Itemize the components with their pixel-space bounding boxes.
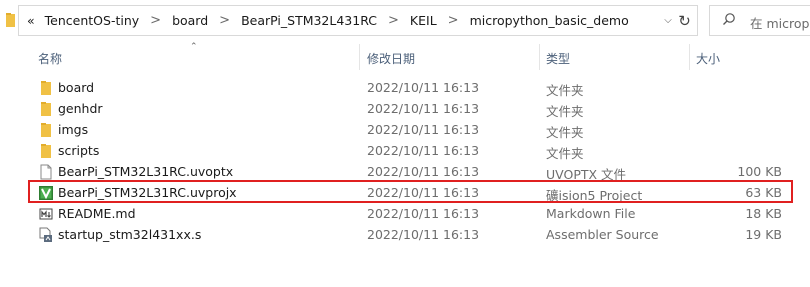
column-name-header[interactable]: 名称 xyxy=(38,50,62,67)
file-name: BearPi_STM32L31RC.uvoptx xyxy=(58,164,234,179)
search-placeholder: 在 micropy xyxy=(750,16,810,31)
file-size: 19 KB xyxy=(745,227,782,242)
column-date-header[interactable]: 修改日期 xyxy=(367,50,415,67)
breadcrumb-item[interactable]: TencentOS-tiny xyxy=(43,13,142,28)
selection-highlight-box xyxy=(28,180,793,203)
chevron-right-icon[interactable]: > xyxy=(150,13,161,28)
column-size-header[interactable]: 大小 xyxy=(696,50,720,67)
file-name: genhdr xyxy=(58,101,103,116)
sort-ascending-icon: ⌃ xyxy=(190,42,198,52)
breadcrumb-item[interactable]: micropython_basic_demo xyxy=(468,13,631,28)
chevron-right-icon[interactable]: > xyxy=(219,13,230,28)
chevron-right-icon[interactable]: > xyxy=(388,13,399,28)
file-type: 文件夹 xyxy=(546,104,584,119)
address-bar-row: « TencentOS-tiny > board > BearPi_STM32L… xyxy=(0,0,810,42)
list-item[interactable]: genhdr 2022/10/11 16:13 文件夹 xyxy=(0,98,810,119)
file-date: 2022/10/11 16:13 xyxy=(367,164,480,179)
breadcrumb-item[interactable]: BearPi_STM32L431RC xyxy=(239,13,379,28)
file-type: Assembler Source xyxy=(546,227,659,242)
search-input[interactable]: 在 micropy xyxy=(709,5,810,36)
breadcrumb-item[interactable]: KEIL xyxy=(408,13,439,28)
column-type-header[interactable]: 类型 xyxy=(546,50,570,67)
file-type: 文件夹 xyxy=(546,125,584,140)
file-date: 2022/10/11 16:13 xyxy=(367,143,480,158)
file-list: board 2022/10/11 16:13 文件夹 genhdr 2022/1… xyxy=(0,77,810,245)
file-name: board xyxy=(58,80,95,95)
refresh-icon: ↻ xyxy=(678,11,691,30)
column-divider[interactable] xyxy=(359,44,360,70)
folder-icon xyxy=(41,102,51,116)
file-name: startup_stm32l431xx.s xyxy=(58,227,202,242)
breadcrumb-item[interactable]: board xyxy=(170,13,210,28)
search-icon xyxy=(723,13,735,25)
assembler-file-icon xyxy=(39,227,52,242)
file-type: 文件夹 xyxy=(546,83,584,98)
folder-icon xyxy=(6,13,15,27)
breadcrumb: « TencentOS-tiny > board > BearPi_STM32L… xyxy=(25,6,631,35)
address-bar[interactable]: « TencentOS-tiny > board > BearPi_STM32L… xyxy=(18,5,698,36)
refresh-button[interactable]: ↻ xyxy=(668,5,701,36)
file-type: 文件夹 xyxy=(546,146,584,161)
list-item[interactable]: board 2022/10/11 16:13 文件夹 xyxy=(0,77,810,98)
file-date: 2022/10/11 16:13 xyxy=(367,80,480,95)
file-size: 18 KB xyxy=(745,206,782,221)
list-item[interactable]: imgs 2022/10/11 16:13 文件夹 xyxy=(0,119,810,140)
breadcrumb-overflow[interactable]: « xyxy=(25,13,37,28)
file-type: Markdown File xyxy=(546,206,636,221)
file-date: 2022/10/11 16:13 xyxy=(367,206,480,221)
column-divider[interactable] xyxy=(539,44,540,70)
column-divider[interactable] xyxy=(689,44,690,70)
list-item[interactable]: scripts 2022/10/11 16:13 文件夹 xyxy=(0,140,810,161)
file-date: 2022/10/11 16:13 xyxy=(367,122,480,137)
file-date: 2022/10/11 16:13 xyxy=(367,101,480,116)
markdown-file-icon xyxy=(39,208,53,220)
chevron-right-icon[interactable]: > xyxy=(448,13,459,28)
list-item[interactable]: startup_stm32l431xx.s 2022/10/11 16:13 A… xyxy=(0,224,810,245)
list-item[interactable]: README.md 2022/10/11 16:13 Markdown File… xyxy=(0,203,810,224)
file-name: README.md xyxy=(58,206,136,221)
document-icon xyxy=(40,164,52,180)
file-name: imgs xyxy=(58,122,89,137)
folder-icon xyxy=(41,123,51,137)
file-size: 100 KB xyxy=(737,164,782,179)
column-header: ⌃ 名称 修改日期 类型 大小 xyxy=(0,42,810,76)
folder-icon xyxy=(41,144,51,158)
list-item[interactable]: BearPi_STM32L31RC.uvoptx 2022/10/11 16:1… xyxy=(0,161,810,182)
file-name: scripts xyxy=(58,143,100,158)
folder-icon xyxy=(41,81,51,95)
file-date: 2022/10/11 16:13 xyxy=(367,227,480,242)
